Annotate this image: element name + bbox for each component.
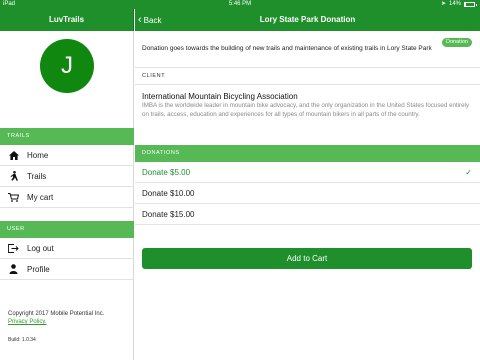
app-title: LuvTrails xyxy=(48,15,85,24)
sidebar-item-label: Trails xyxy=(27,171,47,181)
category-badge: Donation xyxy=(441,38,472,47)
donation-option-15[interactable]: Donate $15.00 xyxy=(135,204,480,225)
add-to-cart-button[interactable]: Add to Cart xyxy=(142,248,472,269)
sidebar-item-label: Profile xyxy=(27,264,50,274)
location-icon: ➤ xyxy=(440,1,446,7)
page-title: Lory State Park Donation xyxy=(259,15,356,24)
back-button[interactable]: ‹ Back xyxy=(138,9,161,31)
donation-option-5[interactable]: Donate $5.00 ✓ xyxy=(135,162,480,183)
battery-label: 14% xyxy=(448,1,461,7)
trails-section-header: TRAILS xyxy=(0,128,134,145)
user-section-header: USER xyxy=(0,221,134,238)
divider xyxy=(135,84,480,85)
client-label: CLIENT xyxy=(142,73,166,79)
checkmark-icon: ✓ xyxy=(465,168,472,177)
status-bar: iPad 5:46 PM ➤ 14% xyxy=(0,0,480,9)
sidebar-item-trails[interactable]: Trails xyxy=(0,166,134,187)
person-icon xyxy=(0,264,27,274)
sidebar-item-label: Home xyxy=(27,150,49,160)
main-content: Donation Donation goes towards the build… xyxy=(135,31,480,360)
chevron-left-icon: ‹ xyxy=(138,14,142,26)
avatar[interactable]: J xyxy=(40,39,94,93)
main-navbar: Lory State Park Donation ‹ Back xyxy=(135,9,480,31)
sidebar-item-my-cart[interactable]: My cart xyxy=(0,187,134,208)
divider xyxy=(135,67,480,68)
sidebar: J TRAILS Home Trails My cart USER Log ou… xyxy=(0,31,134,360)
sidebar-item-label: Log out xyxy=(27,243,54,253)
hiker-icon xyxy=(0,171,27,181)
sidebar-item-home[interactable]: Home xyxy=(0,145,134,166)
logout-icon xyxy=(0,243,27,253)
sidebar-item-log-out[interactable]: Log out xyxy=(0,238,134,259)
sidebar-item-label: My cart xyxy=(27,192,54,202)
donation-option-label: Donate $15.00 xyxy=(142,210,195,219)
battery-icon xyxy=(464,2,475,7)
donations-section-header: DONATIONS xyxy=(135,145,480,162)
home-icon xyxy=(0,150,27,160)
sidebar-item-profile[interactable]: Profile xyxy=(0,259,134,280)
clock: 5:46 PM xyxy=(228,1,252,7)
client-description: IMBA is the worldwide leader in mountain… xyxy=(142,102,469,118)
copyright-text: Copyright 2017 Mobile Potential Inc. xyxy=(8,311,105,317)
battery-indicator: ➤ 14% xyxy=(441,0,477,9)
donation-description: Donation goes towards the building of ne… xyxy=(142,45,432,52)
battery-tip xyxy=(476,3,477,6)
back-label: Back xyxy=(143,15,162,25)
build-number: Build: 1.0.34 xyxy=(8,337,36,343)
donation-option-label: Donate $5.00 xyxy=(142,168,191,177)
privacy-policy-link[interactable]: Privacy Policy. xyxy=(8,318,104,326)
sidebar-navbar: LuvTrails xyxy=(0,9,134,31)
donation-option-10[interactable]: Donate $10.00 xyxy=(135,183,480,204)
cart-icon xyxy=(0,192,27,202)
client-name: International Mountain Bicycling Associa… xyxy=(142,92,298,101)
donation-option-label: Donate $10.00 xyxy=(142,189,195,198)
sidebar-footer: Copyright 2017 Mobile Potential Inc. Pri… xyxy=(8,310,104,326)
